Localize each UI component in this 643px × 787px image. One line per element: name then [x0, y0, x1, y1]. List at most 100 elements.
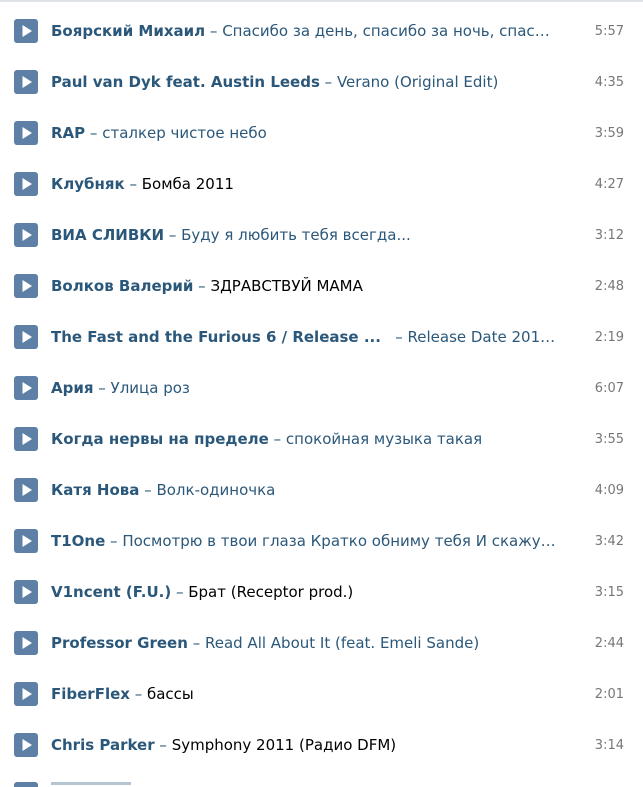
- play-icon: [22, 586, 32, 598]
- track-row: V1ncent (F.U.) – Брат (Receptor prod.) 3…: [0, 567, 643, 618]
- track-artist-link[interactable]: ВИА СЛИВКИ: [51, 226, 164, 244]
- track-row: Ария – Улица роз 6:07: [0, 363, 643, 414]
- track-row: Professor Green – Read All About It (fea…: [0, 618, 643, 669]
- audio-track-list: Боярский Михаил – Спасибо за день, спаси…: [0, 6, 643, 771]
- track-duration: 3:14: [594, 738, 624, 753]
- track-artist-link[interactable]: V1ncent (F.U.): [51, 583, 171, 601]
- play-button[interactable]: [14, 274, 38, 298]
- play-button[interactable]: [14, 682, 38, 706]
- play-button[interactable]: [14, 782, 38, 787]
- partial-track-row: [0, 782, 643, 787]
- track-artist-link[interactable]: The Fast and the Furious 6 / Release ...: [51, 328, 381, 346]
- track-duration: 6:07: [594, 381, 624, 396]
- separator: –: [124, 175, 142, 193]
- track-song-link[interactable]: Брат (Receptor prod.): [188, 583, 353, 601]
- track-artist-link[interactable]: Ария: [51, 379, 94, 397]
- track-song-link[interactable]: сталкер чистое небо: [102, 124, 267, 142]
- track-song-link[interactable]: Release Date 2013 ...: [408, 328, 557, 346]
- track-row: Paul van Dyk feat. Austin Leeds – Verano…: [0, 57, 643, 108]
- track-duration: 5:57: [594, 24, 624, 39]
- play-button[interactable]: [14, 70, 38, 94]
- track-artist-link[interactable]: Paul van Dyk feat. Austin Leeds: [51, 73, 320, 91]
- play-button[interactable]: [14, 121, 38, 145]
- track-song-link[interactable]: ЗДРАВСТВУЙ МАМА: [210, 277, 362, 295]
- track-title: Катя Нова – Волк-одиночка: [51, 465, 556, 516]
- track-title: V1ncent (F.U.) – Брат (Receptor prod.): [51, 567, 556, 618]
- separator: –: [139, 481, 157, 499]
- track-song-link[interactable]: Спасибо за день, спасибо за ночь, спасиб…: [222, 22, 556, 40]
- track-duration: 3:55: [594, 432, 624, 447]
- track-song-link[interactable]: Буду я любить тебя всегда...: [181, 226, 411, 244]
- separator: –: [129, 685, 147, 703]
- track-song-link[interactable]: Бомба 2011: [142, 175, 234, 193]
- play-icon: [22, 382, 32, 394]
- track-artist-link[interactable]: Волков Валерий: [51, 277, 193, 295]
- track-title: RAP – сталкер чистое небо: [51, 108, 556, 159]
- play-icon: [22, 688, 32, 700]
- track-song-link[interactable]: Read All About It (feat. Emeli Sande): [205, 634, 479, 652]
- track-title: Chris Parker – Symphony 2011 (Радио DFM): [51, 720, 556, 771]
- play-button[interactable]: [14, 172, 38, 196]
- play-button[interactable]: [14, 19, 38, 43]
- track-row: Клубняк – Бомба 2011 4:27: [0, 159, 643, 210]
- track-title: Волков Валерий – ЗДРАВСТВУЙ МАМА: [51, 261, 556, 312]
- track-artist-link[interactable]: RAP: [51, 124, 85, 142]
- play-icon: [22, 433, 32, 445]
- play-icon: [22, 331, 32, 343]
- play-button[interactable]: [14, 529, 38, 553]
- play-icon: [22, 484, 32, 496]
- track-artist-link[interactable]: Боярский Михаил: [51, 22, 205, 40]
- track-artist-link[interactable]: FiberFlex: [51, 685, 130, 703]
- play-icon: [22, 739, 32, 751]
- track-duration: 2:44: [594, 636, 624, 651]
- track-duration: 4:35: [594, 75, 624, 90]
- separator: –: [171, 583, 189, 601]
- separator: –: [164, 226, 182, 244]
- separator: –: [319, 73, 337, 91]
- track-title: Боярский Михаил – Спасибо за день, спаси…: [51, 6, 556, 57]
- track-row: Волков Валерий – ЗДРАВСТВУЙ МАМА 2:48: [0, 261, 643, 312]
- play-button[interactable]: [14, 580, 38, 604]
- track-song-link[interactable]: Symphony 2011 (Радио DFM): [172, 736, 396, 754]
- track-title: Paul van Dyk feat. Austin Leeds – Verano…: [51, 57, 556, 108]
- top-divider: [0, 0, 643, 2]
- track-song-link[interactable]: Улица роз: [111, 379, 190, 397]
- track-artist-link[interactable]: T1One: [51, 532, 105, 550]
- play-button[interactable]: [14, 325, 38, 349]
- track-row: The Fast and the Furious 6 / Release ...…: [0, 312, 643, 363]
- track-duration: 3:42: [594, 534, 624, 549]
- track-song-link[interactable]: спокойная музыка такая: [286, 430, 482, 448]
- track-artist-link[interactable]: Когда нервы на пределе: [51, 430, 269, 448]
- track-song-link[interactable]: Verano (Original Edit): [337, 73, 498, 91]
- track-duration: 2:48: [594, 279, 624, 294]
- play-icon: [22, 280, 32, 292]
- play-button[interactable]: [14, 223, 38, 247]
- track-duration: 2:01: [594, 687, 624, 702]
- track-artist-link[interactable]: Клубняк: [51, 175, 125, 193]
- track-row: T1One – Посмотрю в твои глаза Кратко обн…: [0, 516, 643, 567]
- track-duration: 3:59: [594, 126, 624, 141]
- play-icon: [22, 127, 32, 139]
- play-icon: [22, 76, 32, 88]
- track-row: FiberFlex – бассы 2:01: [0, 669, 643, 720]
- track-song-link[interactable]: Посмотрю в твои глаза Кратко обниму тебя…: [122, 532, 556, 550]
- play-button[interactable]: [14, 733, 38, 757]
- play-button[interactable]: [14, 631, 38, 655]
- track-artist-link[interactable]: Professor Green: [51, 634, 188, 652]
- play-icon: [22, 178, 32, 190]
- track-duration: 3:12: [594, 228, 624, 243]
- play-button[interactable]: [14, 427, 38, 451]
- play-icon: [22, 535, 32, 547]
- play-button[interactable]: [14, 478, 38, 502]
- separator: –: [85, 124, 103, 142]
- track-title: Клубняк – Бомба 2011: [51, 159, 556, 210]
- track-song-link[interactable]: бассы: [147, 685, 194, 703]
- track-artist-link[interactable]: Катя Нова: [51, 481, 139, 499]
- track-row: Когда нервы на пределе – спокойная музык…: [0, 414, 643, 465]
- track-song-link[interactable]: Волк-одиночка: [156, 481, 275, 499]
- track-title: ВИА СЛИВКИ – Буду я любить тебя всегда..…: [51, 210, 556, 261]
- track-artist-link[interactable]: Chris Parker: [51, 736, 155, 754]
- track-row: Боярский Михаил – Спасибо за день, спаси…: [0, 6, 643, 57]
- track-duration: 3:15: [594, 585, 624, 600]
- play-button[interactable]: [14, 376, 38, 400]
